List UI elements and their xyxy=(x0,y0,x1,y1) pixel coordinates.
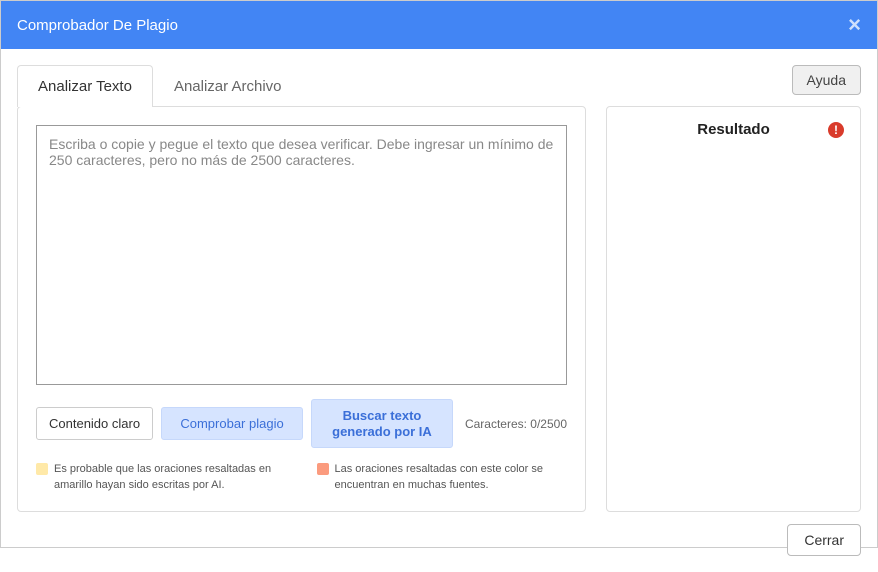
check-plagiarism-button[interactable]: Comprobar plagio xyxy=(161,407,303,440)
swatch-yellow-icon xyxy=(36,463,48,475)
tabs: Analizar Texto Analizar Archivo xyxy=(17,65,303,107)
close-button[interactable]: Cerrar xyxy=(787,524,861,556)
help-button[interactable]: Ayuda xyxy=(792,65,861,95)
legend-row: Es probable que las oraciones resaltadas… xyxy=(36,462,567,493)
swatch-orange-icon xyxy=(317,463,329,475)
legend-orange: Las oraciones resaltadas con este color … xyxy=(317,462,568,493)
top-row: Analizar Texto Analizar Archivo Ayuda xyxy=(17,65,861,107)
clear-button[interactable]: Contenido claro xyxy=(36,407,153,440)
text-input[interactable] xyxy=(36,125,567,385)
char-counter: Caracteres: 0/2500 xyxy=(465,417,567,431)
tab-analyze-text[interactable]: Analizar Texto xyxy=(17,65,153,107)
result-header: Resultado ! xyxy=(623,121,844,138)
close-icon[interactable]: × xyxy=(848,14,861,36)
tab-analyze-file[interactable]: Analizar Archivo xyxy=(153,65,303,107)
left-panel: Contenido claro Comprobar plagio Buscar … xyxy=(17,106,586,512)
button-row: Contenido claro Comprobar plagio Buscar … xyxy=(36,399,567,448)
footer-row: Cerrar xyxy=(17,524,861,556)
legend-yellow: Es probable que las oraciones resaltadas… xyxy=(36,462,287,493)
result-title: Resultado xyxy=(697,121,770,138)
plagiarism-modal: Comprobador De Plagio × Analizar Texto A… xyxy=(0,0,878,548)
result-panel: Resultado ! xyxy=(606,106,861,512)
alert-icon: ! xyxy=(828,122,844,138)
check-ai-button[interactable]: Buscar texto generado por IA xyxy=(311,399,453,448)
legend-yellow-text: Es probable que las oraciones resaltadas… xyxy=(54,462,287,493)
modal-body: Analizar Texto Analizar Archivo Ayuda Co… xyxy=(1,49,877,572)
content-row: Contenido claro Comprobar plagio Buscar … xyxy=(17,106,861,512)
modal-title: Comprobador De Plagio xyxy=(17,17,178,34)
legend-orange-text: Las oraciones resaltadas con este color … xyxy=(335,462,568,493)
modal-header: Comprobador De Plagio × xyxy=(1,1,877,49)
